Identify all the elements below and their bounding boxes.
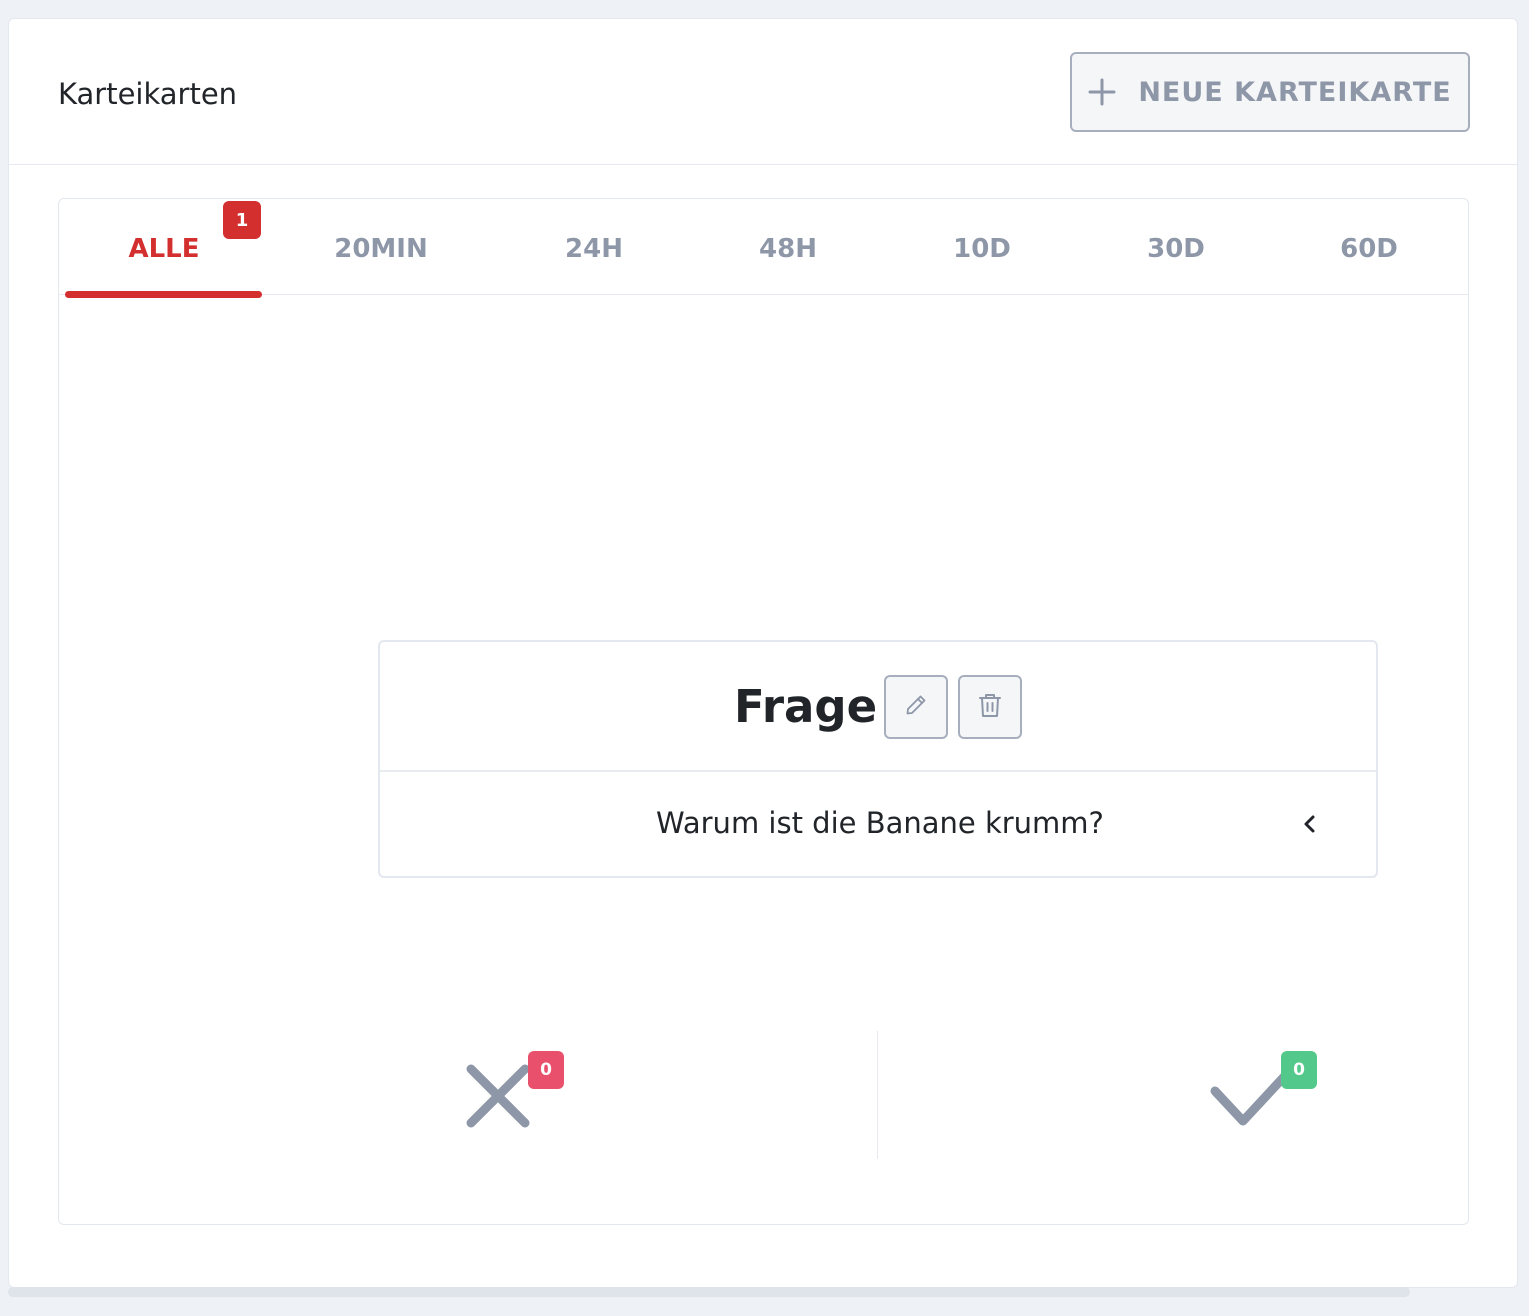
right-count-badge: 0 [1281,1051,1317,1089]
flashcard-body[interactable]: Warum ist die Banane krumm? [380,772,1376,878]
wrong-count-badge: 0 [528,1051,564,1089]
flashcard: Frage Warum ist die Banane krumm? [378,640,1378,878]
tab-30d[interactable]: 30D [1131,229,1221,269]
new-flashcard-button[interactable]: NEUE KARTEIKARTE [1070,52,1470,132]
pencil-icon [904,693,928,721]
right-answer-button[interactable]: 0 [1203,1051,1317,1141]
interval-tabs: ALLE 1 20MIN 24H 48H 10D 30D 60D [59,199,1468,298]
active-tab-indicator [65,291,262,298]
tab-10d[interactable]: 10D [937,229,1027,269]
tab-badge: 1 [223,201,261,239]
flashcards-card: Karteikarten NEUE KARTEIKARTE ALLE 1 20M… [8,18,1518,1288]
chevron-left-icon[interactable] [1298,812,1322,836]
tab-20min[interactable]: 20MIN [321,229,441,269]
delete-button[interactable] [958,675,1022,739]
x-icon [457,1064,547,1145]
answer-divider [877,1031,878,1159]
tab-60d[interactable]: 60D [1324,229,1414,269]
tab-48h[interactable]: 48H [743,229,833,269]
flashcard-question: Warum ist die Banane krumm? [656,806,1104,840]
trash-icon [977,691,1003,723]
flashcard-title: Frage [734,680,878,733]
flashcard-header: Frage [380,642,1376,772]
flashcard-panel: ALLE 1 20MIN 24H 48H 10D 30D 60D Frage W… [58,198,1469,1225]
page-title: Karteikarten [58,77,238,111]
card-header: Karteikarten NEUE KARTEIKARTE [9,19,1517,165]
tab-24h[interactable]: 24H [549,229,639,269]
wrong-answer-button[interactable]: 0 [457,1051,564,1141]
horizontal-scrollbar[interactable] [8,1287,1410,1297]
check-icon [1203,1060,1300,1145]
new-flashcard-label: NEUE KARTEIKARTE [1138,76,1452,108]
plus-icon [1088,78,1116,106]
edit-button[interactable] [884,675,948,739]
tab-alle[interactable]: ALLE [114,229,214,269]
